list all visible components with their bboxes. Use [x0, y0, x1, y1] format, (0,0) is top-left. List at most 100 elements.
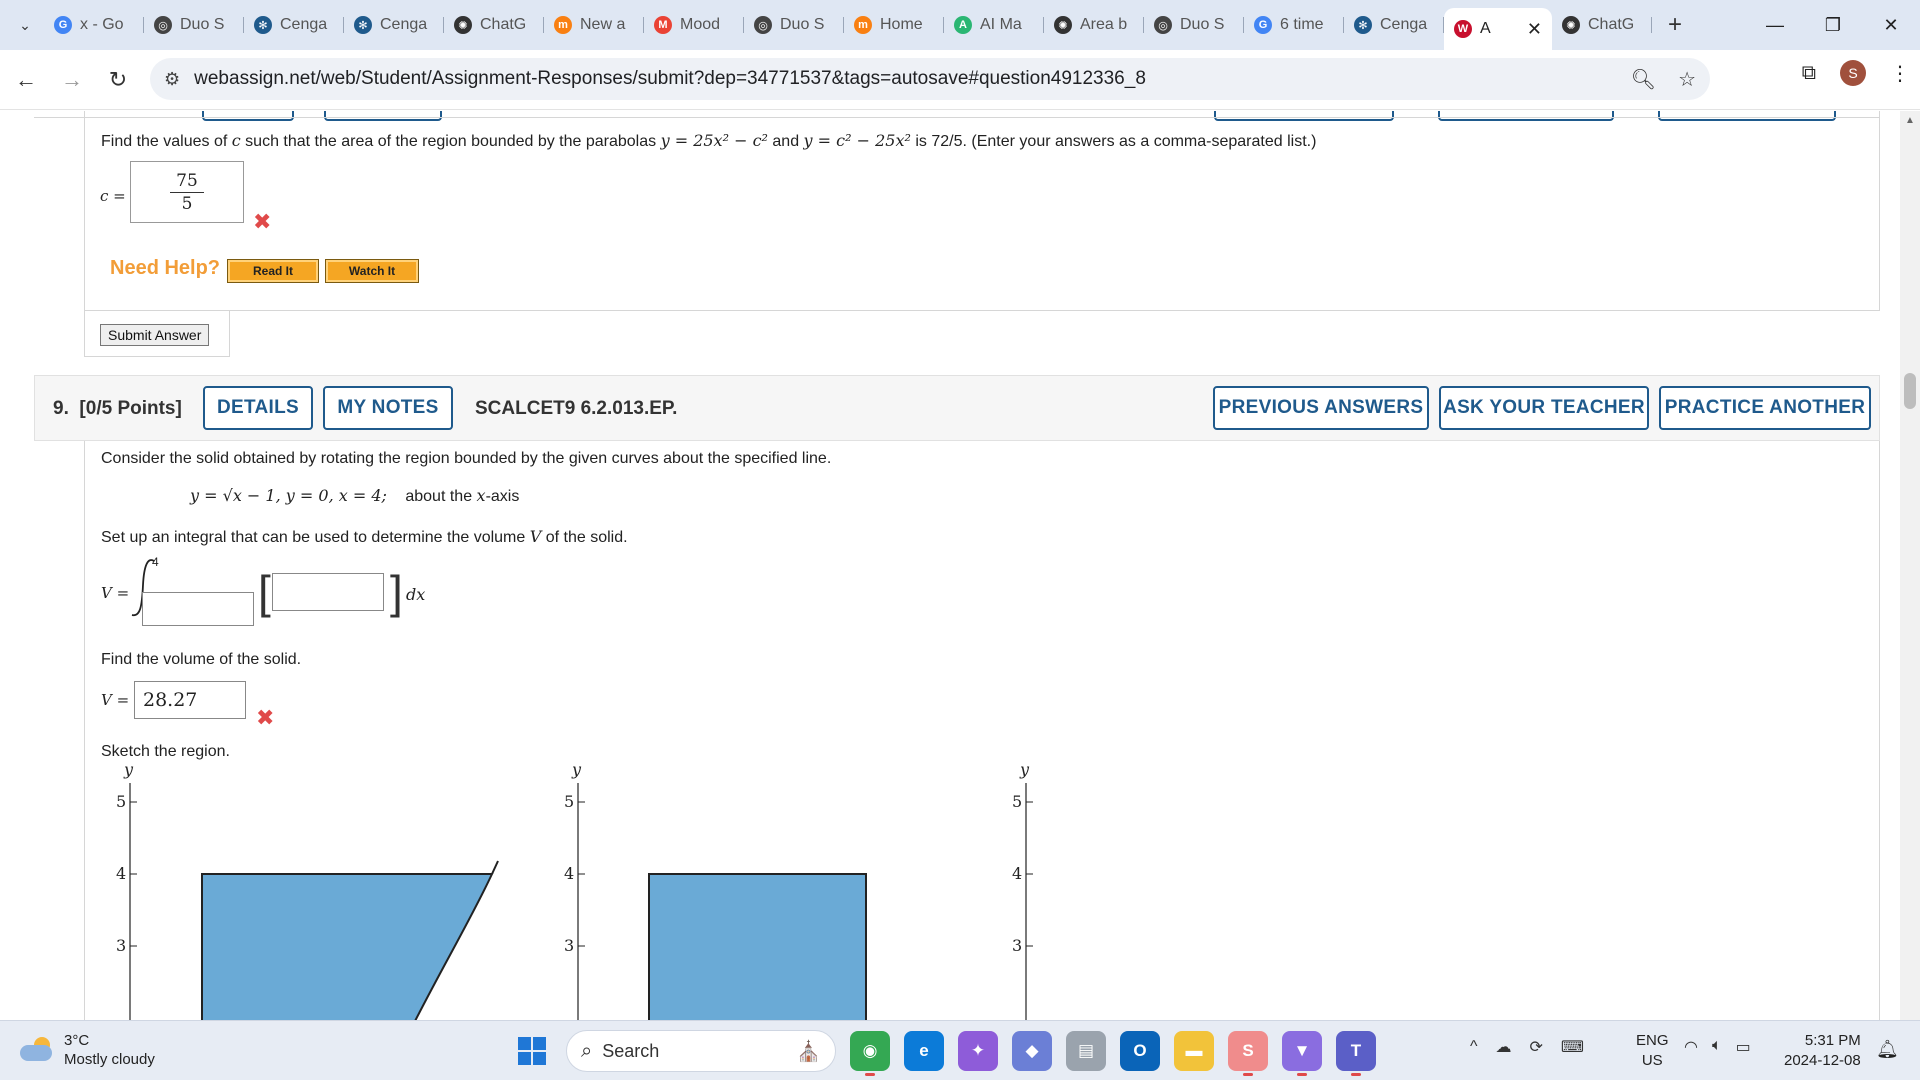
close-tab-icon[interactable]: ✕ [1527, 19, 1542, 40]
scrollbar-thumb[interactable] [1904, 373, 1916, 409]
lower-limit-input[interactable] [142, 592, 254, 626]
y-tick-label: 4 [116, 864, 126, 883]
chevron-up-icon[interactable]: ^ [1470, 1038, 1478, 1056]
weather-temp: 3°C [64, 1032, 90, 1049]
details-button[interactable]: DETAILS [203, 386, 313, 430]
axis-text: about the [405, 488, 477, 505]
my-notes-button[interactable]: MY NOTES [323, 386, 453, 430]
profile-avatar[interactable]: S [1840, 60, 1866, 86]
browser-tab[interactable]: Gx - Go [44, 7, 144, 43]
restore-button[interactable]: ❐ [1804, 0, 1862, 50]
bookmark-star-icon[interactable]: ☆ [1678, 67, 1696, 92]
sync-icon[interactable]: ⟳ [1530, 1037, 1543, 1057]
browser-tab[interactable]: ◎ Duo S [744, 7, 844, 43]
minimize-button[interactable]: — [1746, 0, 1804, 50]
edge-icon[interactable]: e [904, 1031, 944, 1071]
vpn-icon[interactable]: ▼ [1282, 1031, 1322, 1076]
tab-label: Cenga [280, 16, 328, 33]
y-tick-label: 3 [564, 936, 574, 955]
integrand-input[interactable] [272, 573, 384, 611]
tab-label: Duo S [780, 16, 825, 33]
file-explorer-icon[interactable]: ▬ [1174, 1031, 1214, 1071]
previous-answers-button[interactable]: PREVIOUS ANSWERS [1213, 386, 1429, 430]
question-header: 9. [0/5 Points] DETAILS MY NOTES SCALCET… [34, 375, 1880, 441]
wifi-icon[interactable]: ◠ [1684, 1037, 1698, 1057]
practice-another-button[interactable]: PRACTICE ANOTHER [1659, 386, 1871, 430]
scroll-up-icon[interactable]: ▲ [1905, 115, 1915, 126]
graph-option-2[interactable]: y 5 4 3 [548, 760, 968, 1020]
webassign-icon: W [1454, 20, 1472, 38]
weather-widget[interactable]: 3°C Mostly cloudy [20, 1031, 155, 1069]
close-window-button[interactable]: ✕ [1862, 0, 1920, 50]
read-it-button[interactable]: Read It [227, 259, 319, 283]
keyboard-icon[interactable]: ⌨ [1561, 1037, 1584, 1057]
axis-text: -axis [485, 488, 520, 505]
battery-icon[interactable]: ▭ [1736, 1037, 1751, 1057]
reload-button[interactable]: ↻ [98, 60, 138, 100]
taskbar-apps: ◉ e ✦ ◆ ▤ O ▬ S ▼ T [850, 1031, 1376, 1076]
y-tick-label: 5 [1012, 792, 1022, 811]
browser-tab[interactable]: ◎ Duo S [1144, 7, 1244, 43]
page-scrollbar[interactable]: ▲ [1900, 111, 1920, 1020]
setup-prompt: Set up an integral that can be used to d… [101, 527, 628, 547]
new-tab-button[interactable]: + [1658, 8, 1692, 42]
language-code: ENG [1636, 1032, 1669, 1049]
graph-option-1[interactable]: y 5 4 3 [100, 760, 520, 1020]
gmail-icon: M [654, 16, 672, 34]
notification-bell-icon[interactable]: 🔔︎ [1876, 1039, 1899, 1060]
menu-kebab-icon[interactable]: ⋮ [1890, 61, 1910, 86]
clock[interactable]: 5:31 PM 2024-12-08 [1784, 1031, 1861, 1071]
tab-label: ChatG [480, 16, 527, 33]
taskbar-search[interactable]: ⌕ Search ⛪ [566, 1030, 836, 1072]
forward-button[interactable]: → [52, 60, 92, 100]
address-bar[interactable]: ⚙ webassign.net/web/Student/Assignment-R… [150, 58, 1710, 100]
back-button[interactable]: ← [6, 60, 46, 100]
arrow-left-icon: ← [15, 66, 37, 92]
start-button[interactable] [518, 1037, 546, 1065]
submit-answer-button[interactable]: Submit Answer [100, 324, 210, 346]
browser-tab[interactable]: ✺ ChatG [1552, 7, 1652, 43]
browser-tab[interactable]: W A ✕ [1444, 8, 1552, 50]
chrome-icon[interactable]: ◉ [850, 1031, 890, 1076]
prompt-text: is 72/5. (Enter your answers as a comma-… [910, 133, 1317, 150]
site-info-icon[interactable]: ⚙ [164, 69, 180, 90]
c-answer-input[interactable]: 75 5 [130, 161, 244, 223]
file-app-icon[interactable]: ▤ [1066, 1031, 1106, 1071]
window-controls: — ❐ ✕ [1746, 0, 1920, 50]
zoom-icon[interactable]: 🔍︎ [1631, 67, 1656, 92]
browser-tab[interactable]: ✺ Area b [1044, 7, 1144, 43]
language-indicator[interactable]: ENG US [1636, 1031, 1669, 1071]
graph-option-3[interactable]: y 5 4 3 [996, 760, 1416, 1020]
browser-tab[interactable]: ✻ Cenga [1344, 7, 1444, 43]
copilot-icon[interactable]: ✦ [958, 1031, 998, 1071]
tab-search-button[interactable]: ⌄ [6, 8, 44, 42]
duo-icon: ◎ [154, 16, 172, 34]
onedrive-icon[interactable]: ☁ [1496, 1037, 1512, 1057]
moodle-icon: m [854, 16, 872, 34]
fraction-denominator: 5 [181, 193, 193, 214]
graph-y-axis-label: y [571, 761, 582, 779]
browser-tab[interactable]: ✺ ChatG [444, 7, 544, 43]
app-icon[interactable]: ◆ [1012, 1031, 1052, 1071]
outlook-icon[interactable]: O [1120, 1031, 1160, 1071]
browser-tab[interactable]: A AI Ma [944, 7, 1044, 43]
browser-tab[interactable]: m Home [844, 7, 944, 43]
browser-tab[interactable]: M Mood [644, 7, 744, 43]
volume-icon[interactable]: 🔈︎ [1712, 1037, 1722, 1057]
skype-icon[interactable]: S [1228, 1031, 1268, 1076]
arrow-right-icon: → [61, 66, 83, 92]
url-text[interactable]: webassign.net/web/Student/Assignment-Res… [194, 68, 1146, 90]
teams-icon[interactable]: T [1336, 1031, 1376, 1076]
browser-tab[interactable]: G 6 time [1244, 7, 1344, 43]
watch-it-button[interactable]: Watch It [325, 259, 419, 283]
volume-input[interactable]: 28.27 [134, 681, 246, 719]
browser-tab[interactable]: m New a [544, 7, 644, 43]
browser-tab[interactable]: ◎ Duo S [144, 7, 244, 43]
clock-date: 2024-12-08 [1784, 1052, 1861, 1069]
extensions-icon[interactable]: ⧉ [1802, 62, 1816, 85]
browser-tab[interactable]: ✻ Cenga [344, 7, 444, 43]
prompt-text: and [767, 133, 804, 150]
browser-tab[interactable]: ✻ Cenga [244, 7, 344, 43]
setup-text: of the solid. [541, 529, 628, 546]
ask-your-teacher-button[interactable]: ASK YOUR TEACHER [1439, 386, 1649, 430]
